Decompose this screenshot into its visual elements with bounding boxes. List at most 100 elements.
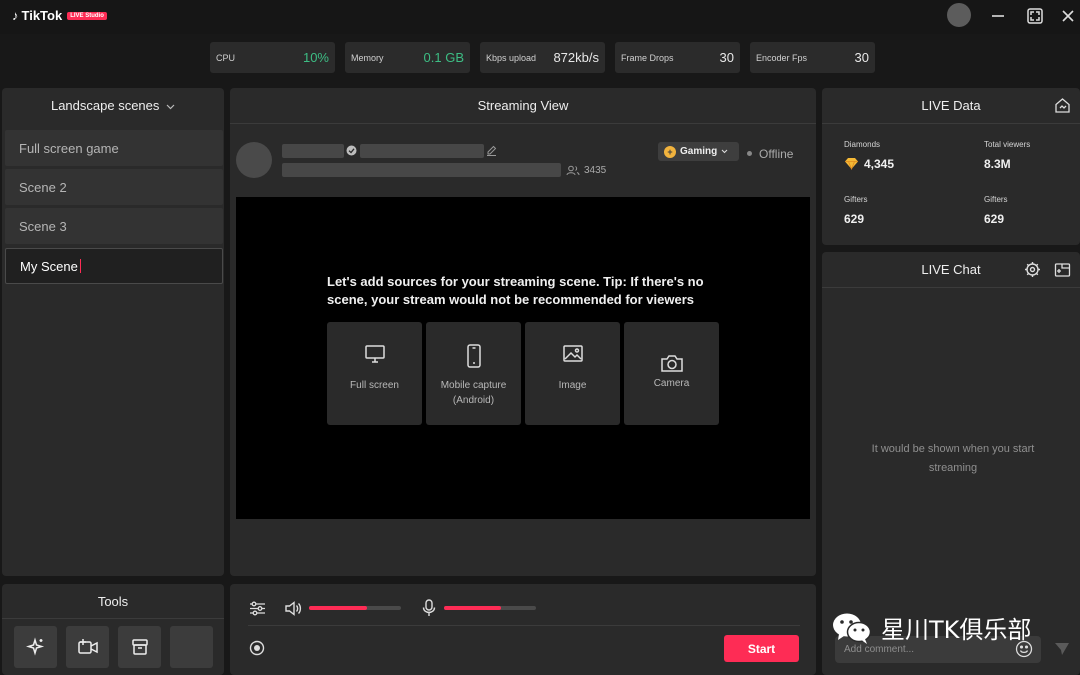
phone-icon [466, 344, 481, 368]
source-label: Image [558, 380, 587, 391]
stat-value: 10% [302, 50, 329, 65]
stat-cpu: CPU 10% [210, 42, 335, 73]
sparkle-icon [25, 637, 44, 656]
stat-value: 0.1 GB [423, 50, 464, 65]
watermark: 星川TK俱乐部 [831, 610, 1031, 645]
app-name: TikTok [21, 8, 63, 23]
stat-label: Encoder Fps [756, 52, 808, 63]
minimize-icon [992, 15, 1004, 17]
studio-badge: LIVE Studio [67, 11, 107, 20]
source-label: Camera [653, 378, 690, 389]
close-button[interactable] [1057, 5, 1079, 27]
effects-tool-button[interactable] [14, 626, 57, 668]
verified-icon [346, 145, 357, 156]
gifters-label: Gifters [984, 195, 1008, 204]
watermark-text: 星川TK俱乐部 [881, 616, 1032, 644]
speaker-volume-fill [309, 606, 367, 610]
stat-value: 872kb/s [553, 50, 599, 65]
chevron-down-icon [721, 149, 728, 154]
stat-kbps-upload: Kbps upload 872kb/s [480, 42, 605, 73]
text-caret [79, 259, 81, 273]
status-dot [747, 151, 752, 156]
streaming-title: Streaming View [477, 98, 569, 113]
source-full-screen-button[interactable]: Full screen [327, 322, 422, 425]
source-label: Mobile capture (Android) [440, 380, 507, 406]
app-logo: ♪ TikTok LIVE Studio [12, 8, 107, 23]
empty-tool-slot[interactable] [170, 626, 213, 668]
stat-label: Memory [351, 52, 384, 63]
video-source-tool-button[interactable] [66, 626, 109, 668]
close-icon [1062, 10, 1074, 22]
divider [2, 618, 224, 619]
total-viewers-value: 8.3M [984, 157, 1011, 171]
gifters-label: Gifters [844, 195, 868, 204]
scene-item-scene-2[interactable]: Scene 2 [5, 169, 223, 205]
total-viewers-label: Total viewers [984, 140, 1031, 149]
fullscreen-icon [1027, 8, 1043, 24]
live-data-title: LIVE Data [921, 98, 981, 113]
divider [248, 625, 800, 626]
mic-volume-fill [444, 606, 502, 610]
image-icon [562, 345, 583, 362]
scene-label[interactable]: My Scene [20, 259, 78, 274]
source-label: Full screen [350, 380, 399, 391]
category-dropdown[interactable]: + Gaming [658, 142, 739, 161]
send-icon[interactable] [1053, 640, 1071, 658]
stream-preview[interactable] [236, 197, 810, 519]
chat-empty-message: It would be shown when you start streami… [871, 443, 1035, 474]
stream-status: Offline [759, 147, 794, 161]
wechat-icon [833, 613, 872, 644]
mic-volume-slider[interactable] [444, 606, 536, 610]
chevron-down-icon [166, 104, 175, 109]
minimize-button[interactable] [987, 5, 1009, 27]
stat-value: 30 [854, 50, 869, 65]
divider [230, 123, 816, 124]
gaming-category-icon: + [664, 145, 676, 158]
scenes-dropdown[interactable]: Landscape scenes [2, 98, 224, 113]
scene-item-full-screen-game[interactable]: Full screen game [5, 130, 223, 166]
live-chat-title: LIVE Chat [921, 262, 981, 277]
layout-tool-button[interactable] [118, 626, 161, 668]
fullscreen-button[interactable] [1024, 5, 1046, 27]
avatar[interactable] [947, 3, 971, 27]
speaker-icon[interactable] [285, 601, 303, 616]
scene-label: Full screen game [19, 140, 119, 156]
scene-label: Scene 2 [19, 179, 67, 195]
stat-encoder-fps: Encoder Fps 30 [750, 42, 875, 73]
divider [822, 123, 1080, 124]
diamond-icon [845, 158, 858, 170]
source-camera-button[interactable]: Camera [624, 322, 719, 425]
popout-chat-icon[interactable] [1054, 261, 1071, 278]
dashboard-home-icon[interactable] [1054, 97, 1071, 114]
stat-memory: Memory 0.1 GB [345, 42, 470, 73]
speaker-volume-slider[interactable] [309, 606, 401, 610]
layout-icon [131, 639, 148, 655]
stat-frame-drops: Frame Drops 30 [615, 42, 740, 73]
tiktok-note-icon: ♪ [12, 8, 19, 23]
stat-value: 30 [719, 50, 734, 65]
scenes-panel: Landscape scenes Full screen game Scene … [2, 88, 224, 576]
record-icon[interactable] [249, 640, 265, 656]
streamer-avatar [236, 142, 272, 178]
scenes-title: Landscape scenes [50, 98, 160, 113]
scene-label: Scene 3 [19, 218, 67, 234]
source-image-button[interactable]: Image [525, 322, 620, 425]
video-camera-icon [77, 639, 98, 654]
gifters-value: 629 [984, 212, 1005, 226]
stat-label: CPU [216, 52, 236, 63]
gear-icon[interactable] [1024, 261, 1041, 278]
scene-item-scene-3[interactable]: Scene 3 [5, 208, 223, 244]
gifters-value: 629 [844, 212, 865, 226]
sliders-settings-icon[interactable] [249, 601, 266, 616]
diamonds-label: Diamonds [844, 140, 881, 149]
source-mobile-capture-button[interactable]: Mobile capture (Android) [426, 322, 521, 425]
scene-item-my-scene[interactable]: My Scene [5, 248, 223, 284]
stream-description-placeholder [282, 163, 561, 177]
start-button[interactable]: Start [724, 635, 799, 662]
edit-pencil-icon[interactable] [486, 145, 497, 156]
category-label: Gaming [680, 146, 718, 157]
viewer-count: 3435 [584, 165, 607, 176]
microphone-icon[interactable] [422, 599, 436, 617]
diamonds-value: 4,345 [864, 157, 895, 171]
tools-title: Tools [97, 594, 129, 609]
